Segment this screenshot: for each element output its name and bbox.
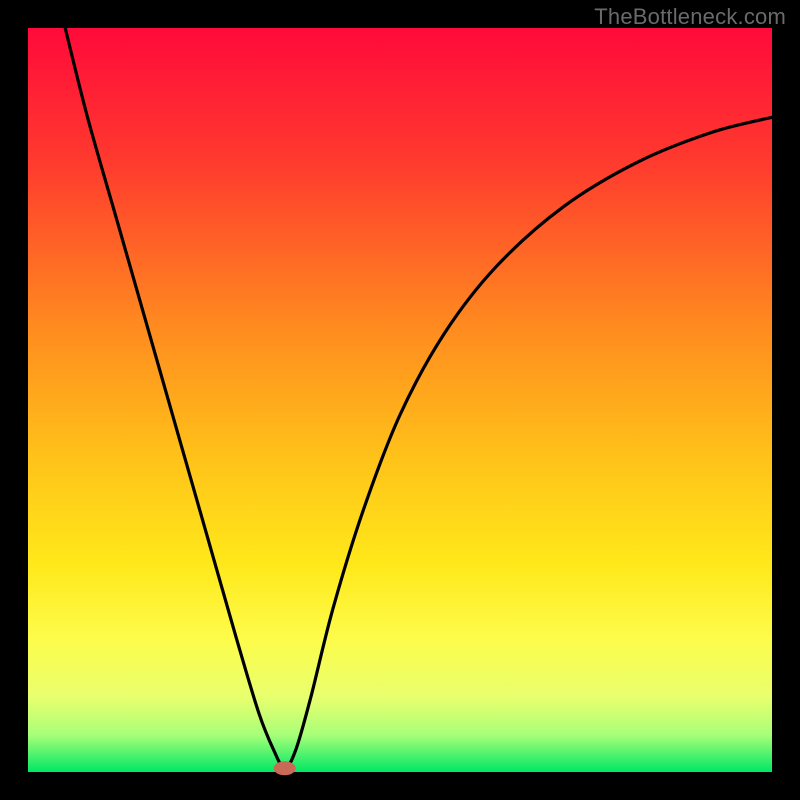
chart-container: TheBottleneck.com bbox=[0, 0, 800, 800]
watermark-text: TheBottleneck.com bbox=[594, 4, 786, 30]
bottleneck-chart bbox=[0, 0, 800, 800]
plot-background bbox=[28, 28, 772, 772]
optimum-marker bbox=[274, 761, 296, 775]
